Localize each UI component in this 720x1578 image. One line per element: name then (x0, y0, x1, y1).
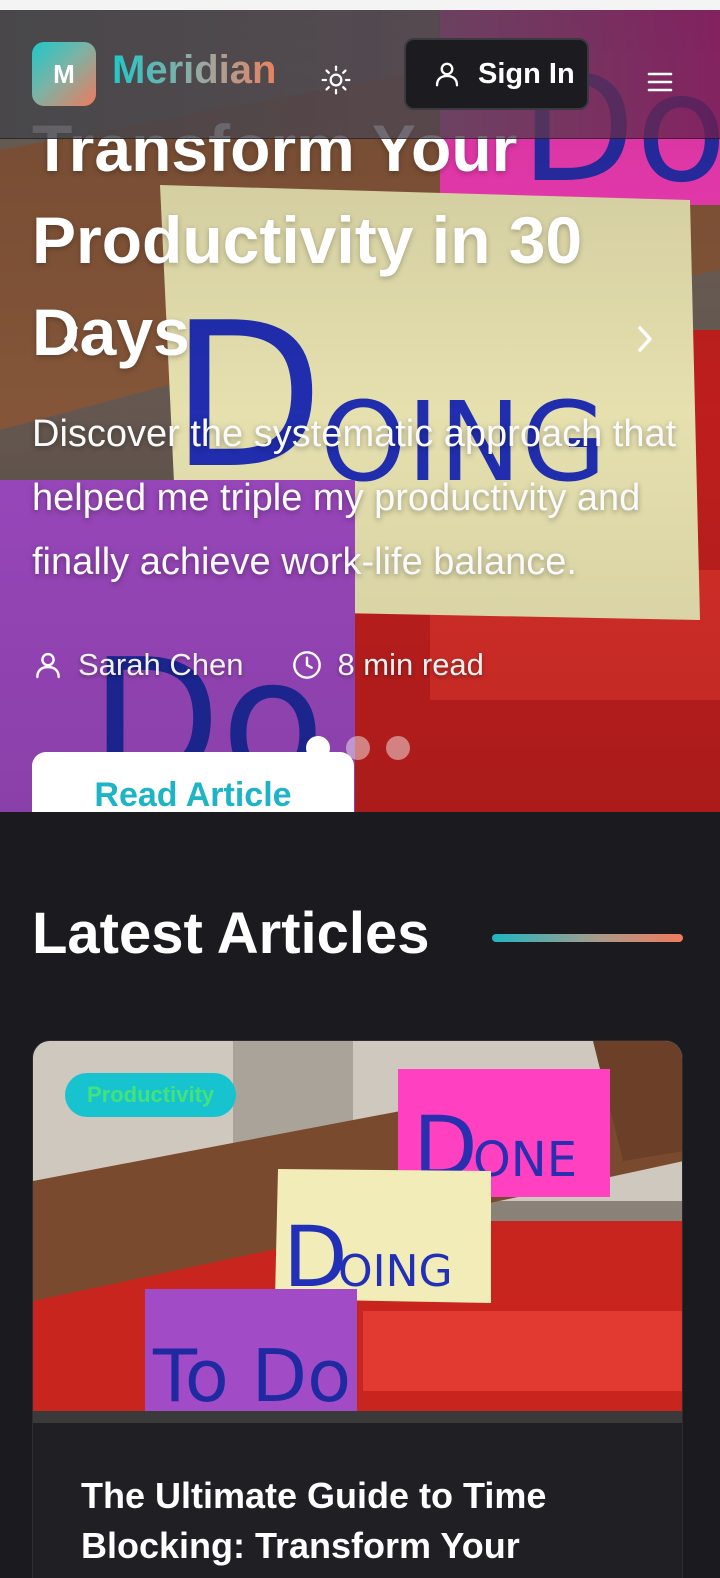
hero-title: Transform Your Productivity in 30 Days (32, 111, 583, 369)
clock-icon (293, 651, 322, 679)
theme-toggle-button[interactable] (316, 60, 356, 100)
status-strip (0, 0, 720, 10)
user-icon (435, 62, 459, 87)
section-title: Latest Articles (32, 901, 430, 966)
author-name: Sarah Chen (78, 647, 244, 682)
article-meta: Sarah Chen 8 min read (32, 640, 484, 690)
read-time: 8 min read (291, 647, 484, 683)
logo-badge[interactable]: M (32, 42, 96, 106)
category-tag[interactable]: Productivity (65, 1073, 237, 1117)
article-title[interactable]: The Ultimate Guide to Time Blocking: Tra… (81, 1471, 641, 1571)
article-image: D ONE D OING To Do Productivity (33, 1041, 682, 1423)
sign-in-button[interactable]: Sign In (404, 38, 589, 110)
section-divider (492, 934, 683, 942)
brand-name[interactable]: Meridian (112, 48, 276, 93)
author: Sarah Chen (32, 647, 243, 683)
sign-in-label: Sign In (478, 57, 575, 90)
sun-icon (321, 65, 351, 95)
article-card[interactable]: D ONE D OING To Do Productivity The Ulti… (32, 1040, 683, 1578)
read-article-button[interactable]: Read Article (32, 752, 354, 812)
read-time-label: 8 min read (337, 647, 484, 682)
hamburger-menu-icon (647, 72, 673, 92)
svg-text:To Do: To Do (152, 1334, 351, 1418)
user-icon (36, 652, 60, 679)
hero-subtitle: Discover the systematic approach that he… (32, 413, 677, 583)
top-navbar: M Meridian Sign In (0, 10, 720, 139)
menu-button[interactable] (644, 66, 676, 98)
carousel-dot-3[interactable] (386, 736, 410, 760)
